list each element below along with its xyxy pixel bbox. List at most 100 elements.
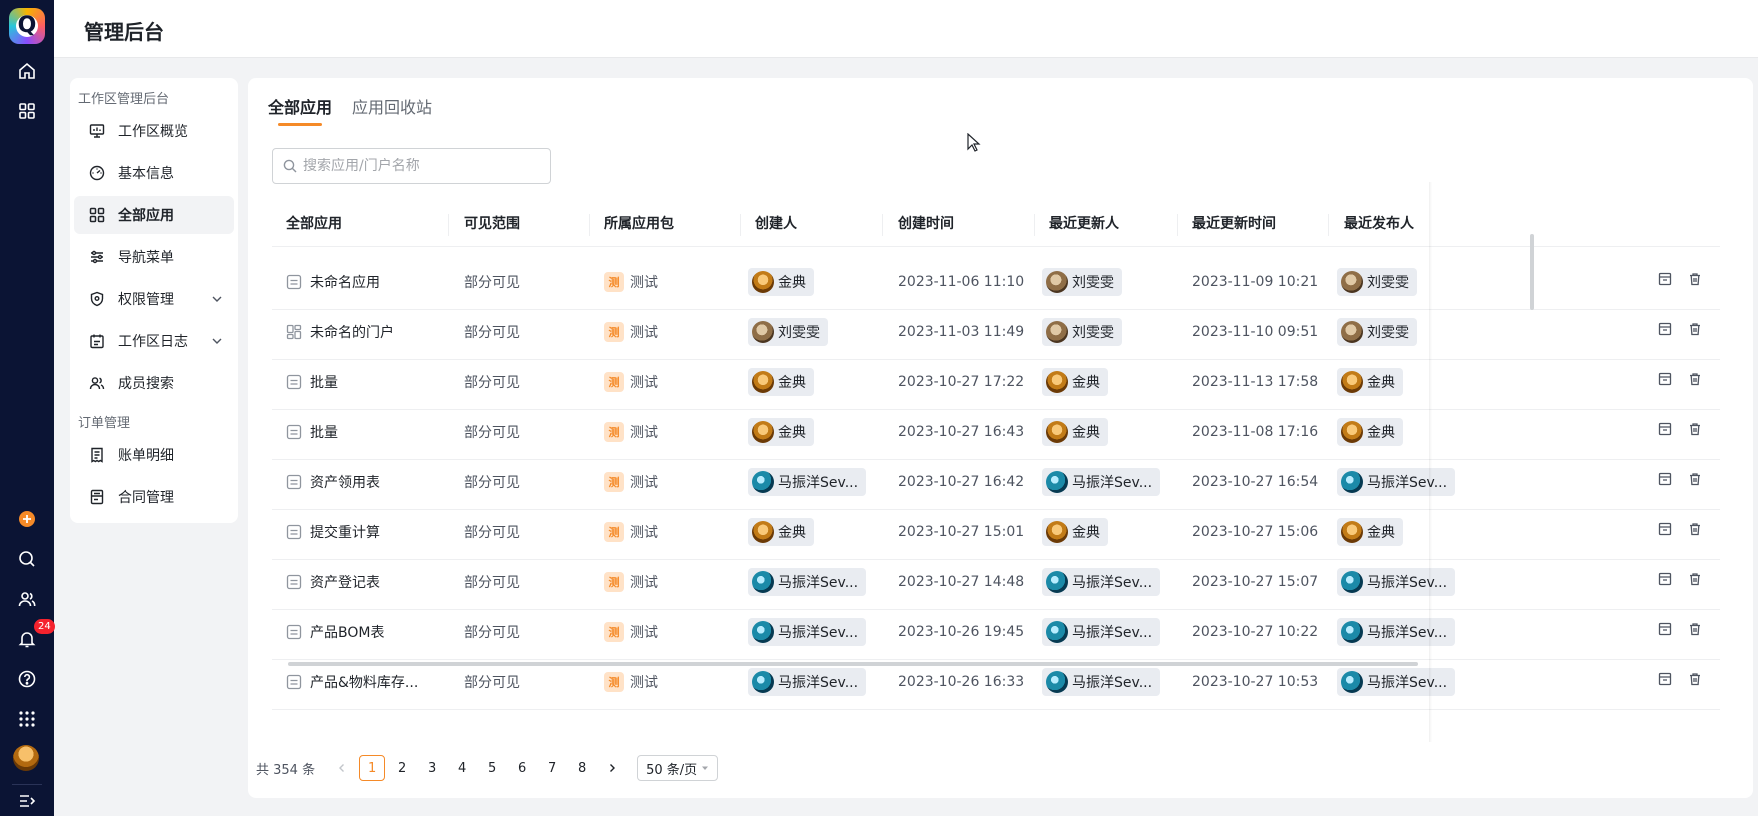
user-chip[interactable]: 马振洋Sev... [1042, 618, 1161, 646]
user-chip[interactable]: 金典 [1042, 518, 1108, 546]
app-name-cell[interactable]: 未命名的门户 [286, 304, 394, 360]
col-header-updater[interactable]: 最近更新人 [1049, 202, 1119, 247]
user-chip[interactable]: 金典 [1337, 418, 1403, 446]
page-button[interactable]: 6 [509, 755, 535, 781]
table-row[interactable]: 资产登记表 部分可见 测测试 马振洋Sev... 2023-10-27 14:48 马振洋… [272, 554, 1720, 610]
app-name-cell[interactable]: 批量 [286, 404, 338, 460]
user-chip[interactable]: 刘雯雯 [1042, 268, 1122, 296]
app-launcher-icon[interactable] [12, 704, 42, 734]
archive-icon[interactable] [1658, 622, 1672, 640]
delete-icon[interactable] [1688, 572, 1702, 590]
page-button[interactable]: 8 [569, 755, 595, 781]
app-logo[interactable]: Q [9, 8, 45, 44]
app-name-cell[interactable]: 资产登记表 [286, 554, 380, 610]
add-icon[interactable] [12, 504, 42, 534]
menu-item-basic-info[interactable]: 基本信息 [74, 154, 234, 192]
app-name-cell[interactable]: 未命名应用 [286, 258, 380, 310]
table-row[interactable]: 批量 部分可见 测测试 金典 2023-10-27 17:22 金典 2023-11-13 … [272, 354, 1720, 410]
menu-item-workspace-log[interactable]: 工作区日志 [74, 322, 234, 360]
user-chip[interactable]: 金典 [1337, 368, 1403, 396]
table-row[interactable]: 未命名的门户 部分可见 测测试 刘雯雯 2023-11-03 11:49 刘雯雯 2023-… [272, 304, 1720, 360]
user-chip[interactable]: 刘雯雯 [1042, 318, 1122, 346]
apps-grid-icon[interactable] [12, 96, 42, 126]
table-row[interactable]: 产品BOM表 部分可见 测测试 马振洋Sev... 2023-10-26 19:45 马振… [272, 604, 1720, 660]
help-icon[interactable] [12, 664, 42, 694]
user-chip[interactable]: 金典 [748, 368, 814, 396]
user-chip[interactable]: 刘雯雯 [1337, 318, 1417, 346]
table-row[interactable]: 未命名应用 部分可见 测测试 金典 2023-11-06 11:10 刘雯雯 2023-11… [272, 258, 1720, 310]
archive-icon[interactable] [1658, 672, 1672, 690]
archive-icon[interactable] [1658, 572, 1672, 590]
archive-icon[interactable] [1658, 422, 1672, 440]
vertical-scrollbar[interactable] [1530, 234, 1534, 310]
user-chip[interactable]: 马振洋Sev... [748, 468, 867, 496]
menu-item-member-search[interactable]: 成员搜索 [74, 364, 234, 402]
user-chip[interactable]: 马振洋Sev... [748, 568, 867, 596]
app-name-cell[interactable]: 产品BOM表 [286, 604, 384, 660]
user-avatar[interactable] [13, 745, 39, 771]
delete-icon[interactable] [1688, 322, 1702, 340]
user-chip[interactable]: 金典 [748, 418, 814, 446]
page-button[interactable]: 4 [449, 755, 475, 781]
delete-icon[interactable] [1688, 472, 1702, 490]
archive-icon[interactable] [1658, 272, 1672, 290]
user-chip[interactable]: 金典 [1042, 418, 1108, 446]
user-chip[interactable]: 马振洋Sev... [1337, 468, 1456, 496]
user-chip[interactable]: 马振洋Sev... [1042, 568, 1161, 596]
menu-item-permissions[interactable]: 权限管理 [74, 280, 234, 318]
page-size-select[interactable]: 50 条/页 [637, 755, 719, 781]
user-chip[interactable]: 马振洋Sev... [1042, 468, 1161, 496]
tab-all-apps[interactable]: 全部应用 [268, 94, 332, 118]
col-header-creator[interactable]: 创建人 [755, 202, 797, 247]
user-chip[interactable]: 马振洋Sev... [1337, 668, 1456, 696]
user-chip[interactable]: 金典 [748, 518, 814, 546]
user-chip[interactable]: 马振洋Sev... [1337, 618, 1456, 646]
user-chip[interactable]: 刘雯雯 [748, 318, 828, 346]
user-chip[interactable]: 马振洋Sev... [1337, 568, 1456, 596]
delete-icon[interactable] [1688, 422, 1702, 440]
user-chip[interactable]: 金典 [1337, 518, 1403, 546]
archive-icon[interactable] [1658, 372, 1672, 390]
app-name-cell[interactable]: 资产领用表 [286, 454, 380, 510]
page-button[interactable]: 3 [419, 755, 445, 781]
menu-item-contracts[interactable]: 合同管理 [74, 478, 234, 516]
app-name-cell[interactable]: 批量 [286, 354, 338, 410]
delete-icon[interactable] [1688, 522, 1702, 540]
tab-recycle-bin[interactable]: 应用回收站 [352, 94, 432, 118]
page-button[interactable]: 1 [359, 755, 386, 781]
prev-page-button[interactable] [329, 755, 355, 781]
user-chip[interactable]: 马振洋Sev... [748, 618, 867, 646]
delete-icon[interactable] [1688, 622, 1702, 640]
user-chip[interactable]: 金典 [748, 268, 814, 296]
search-input[interactable] [303, 158, 543, 174]
page-button[interactable]: 2 [389, 755, 415, 781]
col-header-app[interactable]: 全部应用 [286, 202, 342, 247]
user-chip[interactable]: 金典 [1042, 368, 1108, 396]
col-header-created[interactable]: 创建时间 [898, 202, 954, 247]
page-button[interactable]: 7 [539, 755, 565, 781]
archive-icon[interactable] [1658, 472, 1672, 490]
delete-icon[interactable] [1688, 672, 1702, 690]
search-box[interactable] [272, 148, 551, 184]
archive-icon[interactable] [1658, 522, 1672, 540]
next-page-button[interactable] [599, 755, 625, 781]
contacts-icon[interactable] [12, 584, 42, 614]
table-row[interactable]: 资产领用表 部分可见 测测试 马振洋Sev... 2023-10-27 16:42 马振洋… [272, 454, 1720, 510]
menu-item-overview[interactable]: 工作区概览 [74, 112, 234, 150]
horizontal-scrollbar[interactable] [288, 662, 1418, 666]
delete-icon[interactable] [1688, 372, 1702, 390]
user-chip[interactable]: 马振洋Sev... [748, 668, 867, 696]
user-chip[interactable]: 刘雯雯 [1337, 268, 1417, 296]
archive-icon[interactable] [1658, 322, 1672, 340]
table-row[interactable]: 批量 部分可见 测测试 金典 2023-10-27 16:43 金典 2023-11-08 … [272, 404, 1720, 460]
col-header-package[interactable]: 所属应用包 [604, 202, 674, 247]
app-name-cell[interactable]: 提交重计算 [286, 504, 380, 560]
col-header-publisher[interactable]: 最近发布人 [1344, 202, 1414, 247]
menu-item-all-apps[interactable]: 全部应用 [74, 196, 234, 234]
search-icon[interactable] [12, 544, 42, 574]
col-header-updated[interactable]: 最近更新时间 [1192, 202, 1276, 247]
home-icon[interactable] [12, 56, 42, 86]
table-row[interactable]: 提交重计算 部分可见 测测试 金典 2023-10-27 15:01 金典 2023-10-… [272, 504, 1720, 560]
delete-icon[interactable] [1688, 272, 1702, 290]
menu-item-nav-menu[interactable]: 导航菜单 [74, 238, 234, 276]
